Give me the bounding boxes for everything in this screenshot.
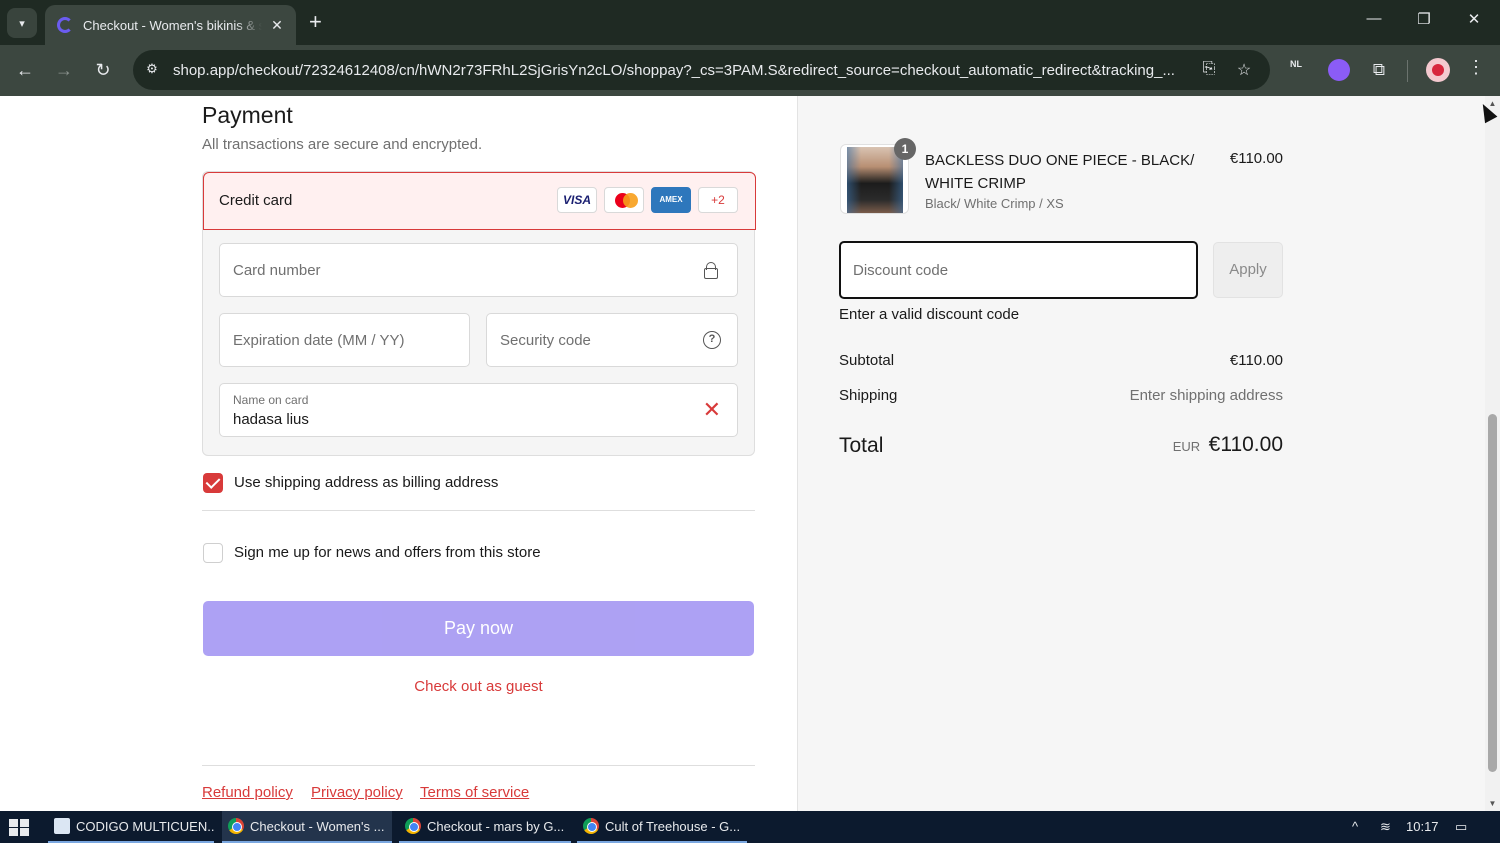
credit-card-label: Credit card: [219, 192, 293, 209]
notification-icon[interactable]: ▭: [1455, 819, 1467, 835]
product-price: €110.00: [1229, 150, 1283, 167]
billing-address-label: Use shipping address as billing address: [234, 474, 499, 491]
window-close-icon[interactable]: ✕: [1459, 10, 1489, 28]
taskbar-item-checkout-mars[interactable]: Checkout - mars by G...: [399, 811, 571, 843]
product-name: BACKLESS DUO ONE PIECE - BLACK/ WHITE CR…: [925, 152, 1195, 192]
notepad-icon: [54, 818, 70, 834]
browser-tab-checkout[interactable]: Checkout - Women's bikinis & swimwear ✕: [45, 5, 296, 45]
chrome-icon: [583, 818, 599, 834]
tab-list-chevron-icon[interactable]: ▾: [7, 8, 37, 38]
payment-heading: Payment: [202, 102, 293, 128]
reload-icon[interactable]: ↻: [90, 57, 116, 83]
windows-taskbar: CODIGO MULTICUEN... Checkout - Women's .…: [0, 811, 1500, 843]
discount-error-message: Enter a valid discount code: [839, 306, 1020, 323]
privacy-policy-link[interactable]: Privacy policy: [311, 784, 403, 801]
wifi-icon[interactable]: ≋: [1380, 819, 1391, 835]
amex-logo-icon: AMEX: [651, 187, 691, 213]
credit-card-option[interactable]: Credit card VISA AMEX +2: [203, 172, 756, 230]
credit-card-form: Credit card VISA AMEX +2 Card number Exp…: [202, 171, 756, 456]
new-tab-plus-icon[interactable]: +: [309, 10, 322, 34]
site-info-icon[interactable]: ⚙: [143, 61, 161, 79]
footer-divider: [202, 765, 755, 766]
chrome-icon: [228, 818, 244, 834]
clear-x-icon[interactable]: ✕: [703, 399, 721, 421]
browser-menu-icon[interactable]: ⋮: [1466, 57, 1486, 78]
taskbar-item-codigo[interactable]: CODIGO MULTICUEN...: [48, 811, 214, 843]
visa-logo-icon: VISA: [557, 187, 597, 213]
taskbar-item-label: Checkout - mars by G...: [427, 818, 565, 834]
taskbar-item-checkout-women[interactable]: Checkout - Women's ...: [222, 811, 392, 843]
taskbar-item-label: Cult of Treehouse - G...: [605, 818, 741, 834]
windows-start-icon[interactable]: [9, 819, 29, 836]
discount-code-placeholder: Discount code: [853, 262, 949, 279]
product-image: [847, 147, 903, 213]
name-on-card-value: hadasa lius: [233, 411, 309, 428]
payment-subtitle: All transactions are secure and encrypte…: [202, 136, 483, 153]
name-on-card-label: Name on card: [233, 393, 309, 407]
address-bar[interactable]: ⚙ shop.app/checkout/72324612408/cn/hWN2r…: [133, 50, 1270, 90]
card-number-field[interactable]: Card number: [219, 243, 738, 297]
extension-purple-icon[interactable]: [1328, 59, 1350, 81]
expiration-date-field[interactable]: Expiration date (MM / YY): [219, 313, 470, 367]
card-number-placeholder: Card number: [233, 262, 321, 279]
terms-of-service-link[interactable]: Terms of service: [420, 784, 529, 801]
refund-policy-link[interactable]: Refund policy: [202, 784, 293, 801]
help-question-icon[interactable]: ?: [703, 331, 721, 349]
back-arrow-icon[interactable]: ←: [12, 57, 38, 83]
tab-title: Checkout - Women's bikinis & swimwear: [83, 17, 262, 33]
checkout-page: Payment All transactions are secure and …: [0, 96, 1485, 811]
more-cards-badge[interactable]: +2: [698, 187, 738, 213]
forward-arrow-icon[interactable]: →: [51, 57, 77, 83]
taskbar-item-label: Checkout - Women's ...: [250, 818, 385, 834]
apply-discount-button[interactable]: Apply: [1213, 242, 1283, 298]
shipping-label: Shipping: [839, 387, 898, 404]
shipping-value: Enter shipping address: [1129, 387, 1283, 404]
security-code-field[interactable]: Security code ?: [486, 313, 738, 367]
mastercard-logo-icon: [604, 187, 644, 213]
tab-close-icon[interactable]: ✕: [268, 17, 286, 34]
newsletter-label: Sign me up for news and offers from this…: [234, 544, 541, 561]
restore-icon[interactable]: ❐: [1409, 10, 1439, 28]
lock-icon: [703, 261, 721, 279]
quantity-badge: 1: [894, 138, 916, 160]
toolbar-divider: [1407, 60, 1408, 82]
shop-favicon-icon: [57, 17, 73, 33]
translate-icon[interactable]: ⎘: [1199, 60, 1219, 78]
total-label: Total: [839, 434, 884, 457]
divider: [202, 510, 755, 511]
url-text[interactable]: shop.app/checkout/72324612408/cn/hWN2r73…: [173, 62, 1183, 79]
profile-avatar[interactable]: [1426, 58, 1450, 82]
page-scrollbar[interactable]: ▲ ▼: [1485, 96, 1500, 811]
scroll-down-arrow-icon[interactable]: ▼: [1485, 796, 1500, 811]
security-code-placeholder: Security code: [500, 332, 591, 349]
subtotal-label: Subtotal: [839, 352, 895, 369]
scrollbar-thumb[interactable]: [1488, 414, 1497, 772]
total-amount: EUR €110.00: [1173, 433, 1283, 457]
product-variant: Black/ White Crimp / XS: [925, 196, 1064, 211]
minimize-icon[interactable]: —: [1359, 10, 1389, 27]
subtotal-value: €110.00: [1229, 352, 1283, 369]
bookmark-star-icon[interactable]: ☆: [1234, 60, 1254, 80]
expiration-placeholder: Expiration date (MM / YY): [233, 332, 405, 349]
total-value: €110.00: [1208, 433, 1283, 456]
extensions-puzzle-icon[interactable]: ⧉: [1368, 59, 1390, 81]
total-currency: EUR: [1172, 439, 1201, 454]
newsletter-checkbox[interactable]: [203, 543, 223, 563]
billing-address-checkbox[interactable]: [203, 473, 223, 493]
taskbar-item-cult-of-treehouse[interactable]: Cult of Treehouse - G...: [577, 811, 747, 843]
browser-tab-bar: ▾ Checkout - Women's bikinis & swimwear …: [0, 0, 1500, 45]
chrome-icon: [405, 818, 421, 834]
clock-time[interactable]: 10:17: [1406, 819, 1439, 834]
tray-chevron-up-icon[interactable]: ^: [1352, 819, 1358, 834]
name-on-card-field[interactable]: Name on card hadasa lius ✕: [219, 383, 738, 437]
pay-now-button[interactable]: Pay now: [203, 601, 754, 656]
extension-nl-icon[interactable]: NL: [1290, 59, 1312, 81]
browser-toolbar: ← → ↻ ⚙ shop.app/checkout/72324612408/cn…: [0, 45, 1500, 96]
checkout-as-guest-link[interactable]: Check out as guest: [202, 678, 755, 695]
taskbar-item-label: CODIGO MULTICUEN...: [76, 818, 214, 834]
discount-code-input[interactable]: Discount code: [839, 241, 1198, 299]
